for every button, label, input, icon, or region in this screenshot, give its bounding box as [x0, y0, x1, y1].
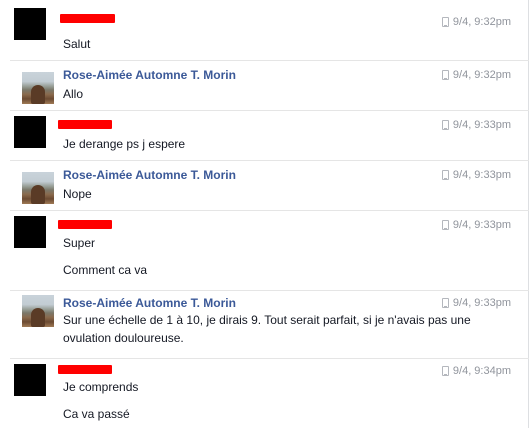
timestamp: 9/4, 9:32pm — [452, 16, 511, 28]
avatar-figure — [31, 85, 45, 104]
avatar-figure — [31, 185, 45, 204]
message-meta: 9/4, 9:34pm — [441, 365, 511, 377]
mobile-phone-icon — [441, 298, 449, 308]
message-text: Salut — [63, 37, 91, 51]
timestamp: 9/4, 9:33pm — [452, 219, 511, 231]
message-text: Je comprends — [63, 380, 139, 394]
message-meta: 9/4, 9:33pm — [441, 119, 511, 131]
message-text: Super — [63, 236, 96, 250]
divider — [10, 290, 529, 291]
mobile-phone-icon — [441, 120, 449, 130]
mobile-phone-icon — [441, 17, 449, 27]
redacted-sender-name — [60, 14, 115, 23]
message-text: Comment ca va — [63, 263, 148, 277]
avatar-figure — [31, 308, 45, 327]
divider — [10, 60, 529, 61]
mobile-phone-icon — [441, 70, 449, 80]
timestamp: 9/4, 9:33pm — [452, 297, 511, 309]
message-meta: 9/4, 9:33pm — [441, 297, 511, 309]
avatar-photo[interactable] — [22, 172, 54, 204]
message-group: 9/4, 9:33pm Super Comment ca va — [0, 210, 529, 290]
avatar-photo[interactable] — [22, 295, 54, 327]
message-group: Rose-Aimée Automne T. Morin 9/4, 9:33pm … — [0, 160, 529, 210]
sender-name-link[interactable]: Rose-Aimée Automne T. Morin — [63, 296, 236, 310]
avatar-photo[interactable] — [22, 72, 54, 104]
message-group: 9/4, 9:33pm Je derange ps j espere — [0, 110, 529, 160]
redacted-sender-name — [58, 220, 112, 229]
sender-name-link[interactable]: Rose-Aimée Automne T. Morin — [63, 168, 236, 182]
message-text: Nope — [63, 187, 92, 201]
timestamp: 9/4, 9:32pm — [452, 69, 511, 81]
divider — [10, 210, 529, 211]
avatar-redacted[interactable] — [14, 116, 46, 148]
mobile-phone-icon — [441, 170, 449, 180]
avatar-redacted[interactable] — [14, 364, 46, 396]
mobile-phone-icon — [441, 366, 449, 376]
mobile-phone-icon — [441, 220, 449, 230]
message-meta: 9/4, 9:32pm — [441, 16, 511, 28]
message-group: Rose-Aimée Automne T. Morin 9/4, 9:33pm … — [0, 290, 529, 358]
avatar-redacted[interactable] — [14, 8, 46, 40]
divider — [10, 110, 529, 111]
timestamp: 9/4, 9:34pm — [452, 365, 511, 377]
message-meta: 9/4, 9:32pm — [441, 69, 511, 81]
message-group: 9/4, 9:32pm Salut — [0, 0, 529, 60]
message-text: Sur une échelle de 1 à 10, je dirais 9. … — [63, 313, 471, 345]
sender-name-link[interactable]: Rose-Aimée Automne T. Morin — [63, 68, 236, 82]
timestamp: 9/4, 9:33pm — [452, 119, 511, 131]
message-text: Allo — [63, 87, 84, 101]
conversation-thread: 9/4, 9:32pm Salut Rose-Aimée Automne T. … — [0, 0, 529, 428]
redacted-sender-name — [58, 365, 112, 374]
divider — [10, 358, 529, 359]
avatar-redacted[interactable] — [14, 216, 46, 248]
message-group: 9/4, 9:34pm Je comprends Ca va passé — [0, 358, 529, 428]
message-group: Rose-Aimée Automne T. Morin 9/4, 9:32pm … — [0, 60, 529, 110]
divider — [10, 160, 529, 161]
timestamp: 9/4, 9:33pm — [452, 169, 511, 181]
message-text: Je derange ps j espere — [63, 137, 186, 151]
message-meta: 9/4, 9:33pm — [441, 169, 511, 181]
redacted-sender-name — [58, 120, 112, 129]
message-meta: 9/4, 9:33pm — [441, 219, 511, 231]
message-text: Ca va passé — [63, 407, 130, 421]
